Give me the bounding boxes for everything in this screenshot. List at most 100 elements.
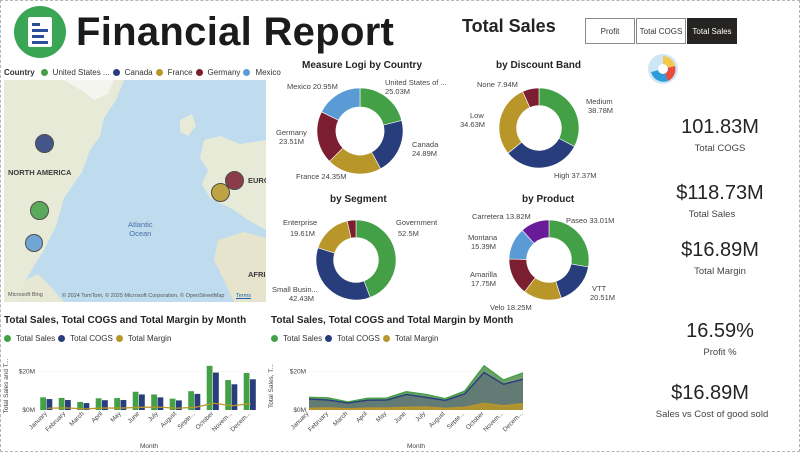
donut-slice[interactable] (548, 219, 590, 268)
x-axis-label: Month (140, 443, 158, 450)
map-label-africa: AFRI (248, 270, 266, 279)
donut-product-title: by Product (522, 194, 575, 205)
kpi-label-sales-vs-cogs: Sales vs Cost of good sold (655, 409, 769, 420)
x-tick-label: July (147, 410, 160, 423)
x-tick-label: March (68, 410, 86, 428)
donut-segment-title: by Segment (330, 194, 387, 205)
map-attribution: © 2024 TomTom, © 2025 Microsoft Corporat… (62, 293, 225, 299)
bar[interactable] (250, 379, 256, 410)
map-label-ocean: Atlantic Ocean (128, 220, 153, 238)
area-chart-legend: Total Sales Total COGS Total Margin (271, 334, 438, 343)
page-title: Financial Report (76, 10, 395, 54)
bing-logo: Microsoft Bing (8, 292, 43, 298)
y-axis-label: Total Sales, T... (268, 364, 275, 408)
y-axis-label: Total Sales and T... (3, 358, 10, 413)
map-legend-item: Germany (207, 68, 241, 77)
map-legend-title: Country (4, 68, 35, 77)
x-tick-label: Decem... (502, 410, 525, 433)
x-tick-label: June (127, 410, 142, 425)
x-tick-label: May (109, 410, 123, 424)
bar-chart[interactable]: Total Sales and T... $20M$0MMonthJanuaryF… (0, 348, 268, 450)
donut-label: Mexico 20.95M (287, 82, 338, 91)
map-label-europe: EURO (248, 176, 266, 185)
donut-country-chart[interactable] (315, 86, 405, 176)
donut-label: VTT (592, 284, 607, 293)
kpi-label-total-sales: Total Sales (688, 209, 736, 220)
donut-label: 17.75M (471, 279, 497, 288)
bar-chart-legend: Total Sales Total COGS Total Margin (4, 334, 171, 343)
donut-label: 24.89M (412, 149, 438, 158)
donut-label: Small Busin... (272, 285, 318, 294)
x-tick-label: Septe... (176, 410, 196, 430)
kpi-value-sales-vs-cogs: $16.89M (671, 382, 749, 404)
area-chart[interactable]: Total Sales, T... $20M$0MMonthJanuaryFebr… (265, 348, 533, 450)
donut-label: 38.78M (588, 106, 614, 115)
kpi-value-profit-pct: 16.59% (686, 320, 754, 342)
donut-label: Enterprise (283, 218, 318, 227)
map-terms-link[interactable]: Terms (236, 293, 251, 299)
donut-slice[interactable] (315, 247, 371, 301)
kpi-label-profit-pct: Profit % (703, 347, 737, 358)
bar[interactable] (40, 397, 47, 410)
x-tick-label: June (393, 410, 408, 425)
donut-label: United States of ... (385, 78, 447, 87)
kpi-label-total-cogs: Total COGS (694, 143, 746, 154)
y-tick-label: $0M (22, 407, 35, 414)
donut-segment-chart[interactable] (314, 218, 398, 302)
donut-discount-chart[interactable] (497, 86, 581, 170)
bar[interactable] (157, 397, 164, 410)
section-title: Total Sales (462, 16, 556, 36)
x-tick-label: July (414, 410, 427, 423)
donut-slice[interactable] (538, 87, 580, 147)
legend-item: Total Margin (394, 334, 439, 343)
donut-label: Velo 18.25M (490, 303, 532, 312)
kpi-label-total-margin: Total Margin (694, 266, 746, 277)
slicer-button-total-sales[interactable]: Total Sales (687, 18, 737, 44)
map-legend-item: Canada (124, 68, 153, 77)
donut-label: Paseo 33.01M (566, 216, 615, 225)
map-legend: Country United States ... Canada France … (4, 68, 281, 77)
donut-product-chart[interactable] (507, 218, 591, 302)
donut-label: 42.43M (289, 294, 315, 303)
donut-label: 52.5M (398, 229, 419, 238)
x-tick-label: Decem... (229, 410, 252, 433)
donut-country-title: Measure Logi by Country (302, 60, 423, 71)
donut-label: 34.63M (460, 120, 486, 129)
bar-chart-title: Total Sales, Total COGS and Total Margin… (4, 315, 247, 326)
map-bubble-united-states[interactable] (30, 201, 49, 220)
donut-label: None 7.94M (477, 80, 518, 89)
map-legend-item: France (167, 68, 193, 77)
x-tick-label: Septe... (446, 410, 466, 430)
donut-slice[interactable] (498, 91, 531, 154)
x-tick-label: February (307, 410, 330, 433)
x-tick-label: February (44, 410, 67, 433)
legend-item: Total Sales (16, 334, 56, 343)
report-logo-icon (14, 6, 66, 58)
kpi-value-total-sales: $118.73M (676, 182, 764, 204)
slicer-button-total-cogs[interactable]: Total COGS (636, 18, 686, 44)
pie-chart-icon (648, 54, 678, 84)
x-tick-label: August (428, 410, 447, 429)
donut-discount-title: by Discount Band (496, 60, 582, 71)
legend-item: Total COGS (337, 334, 380, 343)
y-tick-label: $20M (290, 369, 306, 376)
donut-label: Carretera 13.82M (472, 212, 531, 221)
country-map[interactable]: NORTH AMERICA Atlantic Ocean EURO AFRI M… (4, 80, 266, 302)
donut-label: Montana (468, 233, 498, 242)
x-tick-label: May (375, 410, 389, 424)
x-tick-label: April (355, 410, 369, 424)
legend-item: Total COGS (70, 334, 113, 343)
x-tick-label: March (332, 410, 350, 428)
donut-slice[interactable] (317, 220, 352, 254)
y-tick-label: $20M (19, 369, 35, 376)
map-bubble-canada[interactable] (35, 134, 54, 153)
map-bubble-germany[interactable] (225, 171, 244, 190)
x-tick-label: April (90, 410, 104, 424)
donut-label: 23.51M (279, 137, 305, 146)
map-legend-item: United States ... (52, 68, 110, 77)
x-tick-label: Novem... (482, 410, 505, 433)
map-bubble-mexico[interactable] (25, 234, 43, 252)
slicer-button-profit[interactable]: Profit (585, 18, 635, 44)
donut-slice[interactable] (555, 263, 589, 299)
donut-label: Germany (276, 128, 307, 137)
